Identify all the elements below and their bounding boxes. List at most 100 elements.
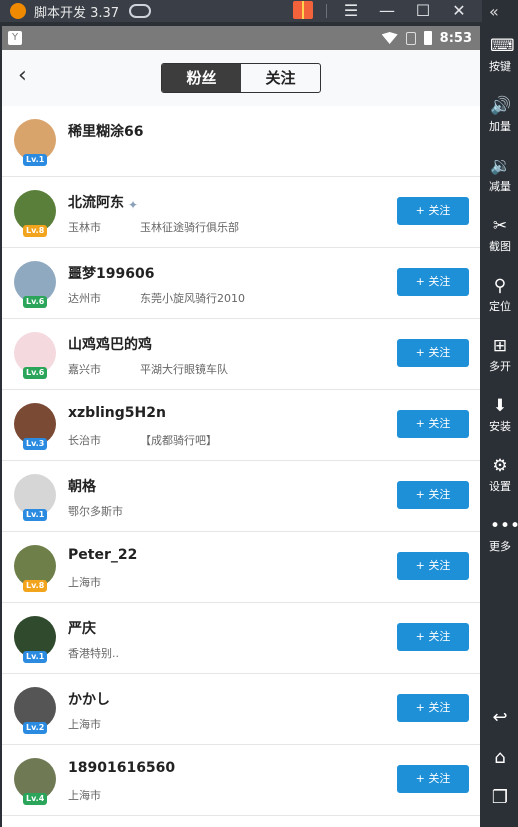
user-name[interactable]: 山鸡鸡巴的鸡: [68, 334, 152, 354]
user-city: 嘉兴市: [68, 363, 101, 376]
list-item[interactable]: Lv.4 18901616560 上海市 + 关注: [2, 745, 480, 816]
user-name-text: 稀里糊涂66: [68, 124, 144, 140]
follow-button[interactable]: + 关注: [397, 197, 469, 225]
sidebar-item-5[interactable]: ⊞ 多开: [482, 336, 518, 374]
sidebar-item-7[interactable]: ⚙ 设置: [482, 456, 518, 494]
sidebar-item-0[interactable]: ⌨ 按键: [482, 36, 518, 74]
page-header: ‹ 粉丝 关注: [2, 50, 480, 106]
user-name[interactable]: 稀里糊涂66: [68, 121, 143, 141]
sidebar-item-label: 减量: [489, 180, 511, 193]
scissors-icon: ✂: [492, 216, 508, 236]
divider: [326, 4, 327, 18]
volume-down-icon: 🔉: [490, 156, 512, 176]
follow-button[interactable]: + 关注: [397, 694, 469, 722]
user-name[interactable]: 严庆: [68, 618, 96, 638]
user-name[interactable]: xzbling5H2n: [68, 405, 166, 421]
user-name[interactable]: かかし: [68, 689, 110, 709]
follow-button[interactable]: + 关注: [397, 481, 469, 509]
apk-icon: ⬇: [492, 396, 508, 416]
sidebar-item-label: 更多: [489, 540, 511, 553]
collapse-sidebar-icon[interactable]: «: [489, 2, 499, 21]
user-name[interactable]: 噩梦199606: [68, 263, 154, 283]
sidebar-item-label: 加量: [489, 120, 511, 133]
follow-button[interactable]: + 关注: [397, 268, 469, 296]
user-city: 上海市: [68, 789, 101, 802]
tab-switcher: 粉丝 关注: [161, 63, 321, 93]
user-name[interactable]: 18901616560: [68, 760, 175, 776]
follow-button[interactable]: + 关注: [397, 410, 469, 438]
sidebar-item-8[interactable]: ••• 更多: [482, 516, 518, 554]
follow-button[interactable]: + 关注: [397, 339, 469, 367]
level-badge: Lv.1: [23, 651, 48, 663]
list-item[interactable]: Lv.8 北流阿东 ✦ 玉林市 玉林征途骑行俱乐部 + 关注: [2, 177, 480, 248]
sidebar-item-1[interactable]: 🔊 加量: [482, 96, 518, 134]
user-club: 玉林征途骑行俱乐部: [140, 221, 239, 234]
wifi-icon: [381, 32, 398, 44]
user-city: 玉林市: [68, 221, 101, 234]
android-screen: Y 8:53 ‹ 粉丝 关注 Lv.1 稀里糊涂66 Lv.8 北流阿东 ✦ 玉林市 玉林征…: [2, 26, 480, 827]
emulator-title: 脚本开发 3.37: [34, 5, 120, 21]
level-badge: Lv.2: [23, 722, 48, 734]
list-item[interactable]: Lv.1 稀里糊涂66: [2, 106, 480, 177]
back-arrow-icon[interactable]: ‹: [18, 64, 42, 88]
sidebar-item-4[interactable]: ⚲ 定位: [482, 276, 518, 314]
sidebar-item-label: 设置: [489, 480, 511, 493]
list-item[interactable]: Lv.1 严庆 香港特别.. + 关注: [2, 603, 480, 674]
recents-nav-icon[interactable]: ❐: [489, 787, 511, 809]
user-name[interactable]: 朝格: [68, 476, 96, 496]
list-item[interactable]: Lv.8 Peter_22 上海市 + 关注: [2, 532, 480, 603]
user-name-text: 朝格: [68, 479, 96, 495]
level-badge: Lv.6: [23, 367, 48, 379]
sidebar-item-6[interactable]: ⬇ 安装: [482, 396, 518, 434]
user-name-text: 噩梦199606: [68, 266, 155, 282]
user-name-text: xzbling5H2n: [68, 405, 166, 421]
user-name-text: 山鸡鸡巴的鸡: [68, 337, 152, 353]
keyboard-icon: ⌨: [490, 36, 515, 56]
list-item[interactable]: Lv.6 噩梦199606 达州市 东莞小旋风骑行2010 + 关注: [2, 248, 480, 319]
level-badge: Lv.3: [23, 438, 48, 450]
multi-window-icon: ⊞: [492, 336, 508, 356]
user-city: 长治市: [68, 434, 101, 447]
battery-icon: [423, 31, 432, 45]
user-name[interactable]: Peter_22: [68, 547, 137, 563]
user-list: Lv.1 稀里糊涂66 Lv.8 北流阿东 ✦ 玉林市 玉林征途骑行俱乐部 + 关注 Lv.6 噩…: [2, 106, 480, 816]
list-item[interactable]: Lv.3 xzbling5H2n 长治市 【成都骑行吧】 + 关注: [2, 390, 480, 461]
sidebar-item-3[interactable]: ✂ 截图: [482, 216, 518, 254]
maximize-icon[interactable]: ☐: [412, 0, 434, 22]
user-name[interactable]: 北流阿东 ✦: [68, 192, 144, 212]
list-item[interactable]: Lv.2 かかし 上海市 + 关注: [2, 674, 480, 745]
user-club: 平湖大行眼镜车队: [140, 363, 228, 376]
follow-button[interactable]: + 关注: [397, 623, 469, 651]
sidebar-item-label: 截图: [489, 240, 511, 253]
level-badge: Lv.4: [23, 793, 48, 805]
list-item[interactable]: Lv.1 朝格 鄂尔多斯市 + 关注: [2, 461, 480, 532]
minimize-icon[interactable]: —: [376, 0, 398, 22]
sidebar-item-label: 按键: [489, 60, 511, 73]
sidebar-item-2[interactable]: 🔉 减量: [482, 156, 518, 194]
level-badge: Lv.8: [23, 225, 48, 237]
gift-icon[interactable]: [293, 1, 313, 19]
gamepad-icon[interactable]: [129, 4, 152, 18]
location-icon: ⚲: [493, 276, 507, 296]
back-nav-icon[interactable]: ↩: [489, 707, 511, 729]
level-badge: Lv.1: [23, 509, 48, 521]
tab-following[interactable]: 关注: [241, 64, 320, 92]
follow-button[interactable]: + 关注: [397, 765, 469, 793]
home-nav-icon[interactable]: ⌂: [489, 747, 511, 769]
menu-icon[interactable]: ☰: [340, 0, 362, 22]
sidebar-item-label: 定位: [489, 300, 511, 313]
emulator-title-bar: 脚本开发 3.37 ☰ — ☐ ✕: [0, 0, 482, 22]
sidebar-item-label: 多开: [489, 360, 511, 373]
list-item[interactable]: Lv.6 山鸡鸡巴的鸡 嘉兴市 平湖大行眼镜车队 + 关注: [2, 319, 480, 390]
app-logo-icon: [10, 3, 26, 19]
sidebar-item-label: 安装: [489, 420, 511, 433]
tab-fans[interactable]: 粉丝: [162, 64, 241, 92]
user-name-text: 18901616560: [68, 760, 176, 776]
status-bar: Y 8:53: [2, 26, 480, 50]
status-time: 8:53: [439, 30, 472, 46]
emulator-sidebar: « ⌨ 按键 🔊 加量 🔉 减量 ✂ 截图 ⚲ 定位 ⊞ 多开 ⬇ 安装 ⚙ 设置 ••• 更多 ↩ ⌂ ❐: [482, 0, 518, 827]
level-badge: Lv.1: [23, 154, 48, 166]
follow-button[interactable]: + 关注: [397, 552, 469, 580]
user-city: 达州市: [68, 292, 101, 305]
close-icon[interactable]: ✕: [448, 0, 470, 22]
